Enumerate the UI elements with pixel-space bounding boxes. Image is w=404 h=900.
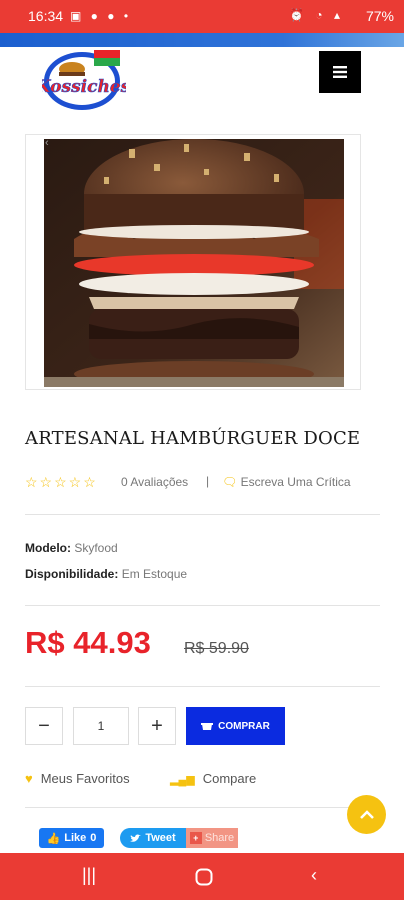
- header-accent-bar: [0, 33, 404, 47]
- share-button[interactable]: + Share: [186, 828, 238, 848]
- twitter-bird-icon: [130, 834, 142, 842]
- status-time: 16:34: [28, 8, 64, 24]
- menu-button[interactable]: [319, 51, 361, 93]
- tweet-button[interactable]: Tweet: [120, 828, 186, 848]
- divider: [25, 514, 380, 515]
- model-value[interactable]: Skyfood: [74, 541, 117, 555]
- quantity-decrease-button[interactable]: −: [25, 707, 63, 745]
- quantity-input[interactable]: [73, 707, 129, 745]
- reviews-count-link[interactable]: 0 Avaliações: [121, 475, 188, 489]
- separator: |: [206, 474, 210, 488]
- old-price: R$ 59.90: [184, 640, 249, 657]
- favorites-label: Meus Favoritos: [40, 771, 130, 786]
- divider: [25, 686, 380, 687]
- availability-label: Disponibilidade:: [25, 567, 119, 581]
- notification-icons: ▣ ● ● •: [70, 9, 132, 23]
- model-row: Modelo: Skyfood: [25, 541, 118, 555]
- share-plus-icon: +: [189, 832, 202, 844]
- quantity-increase-button[interactable]: +: [138, 707, 176, 745]
- thumbs-up-icon: 👍: [46, 832, 61, 845]
- scroll-to-top-button[interactable]: [347, 795, 386, 834]
- write-review-link[interactable]: 🗨 Escreva Uma Crítica: [222, 475, 351, 489]
- brand-logo[interactable]: Kossiches: [42, 47, 126, 111]
- current-price: R$ 44.93: [25, 625, 151, 660]
- product-image: [44, 139, 344, 387]
- favorites-link[interactable]: ♥ Meus Favoritos: [25, 771, 130, 786]
- carousel-prev-icon[interactable]: ‹: [45, 137, 49, 149]
- chevron-up-icon: [359, 810, 374, 819]
- divider: [25, 605, 380, 606]
- tweet-label: Tweet: [145, 832, 176, 844]
- battery-level: 77%: [365, 8, 394, 24]
- plus-icon: +: [151, 714, 163, 737]
- status-bar: 16:34 ▣ ● ● • ⏰ ◔ ▴ 77%: [0, 0, 404, 33]
- rating-stars-icon: ☆☆☆☆☆: [25, 474, 98, 490]
- buy-label: COMPRAR: [218, 720, 270, 732]
- comments-icon: 🗨: [222, 475, 238, 489]
- hamburger-menu-icon: [333, 66, 347, 78]
- divider: [25, 807, 380, 808]
- availability-row: Disponibilidade: Em Estoque: [25, 567, 187, 581]
- shopping-basket-icon: [201, 723, 214, 730]
- product-title: ARTESANAL HAMBÚRGUER DOCE: [25, 428, 361, 449]
- buy-button[interactable]: COMPRAR: [186, 707, 285, 745]
- like-count: 0: [90, 832, 97, 844]
- heart-icon: ♥: [25, 771, 33, 786]
- availability-value: Em Estoque: [121, 567, 188, 581]
- model-label: Modelo:: [25, 541, 71, 555]
- share-label: Share: [204, 832, 235, 844]
- write-review-label: Escreva Uma Crítica: [240, 475, 351, 489]
- back-icon[interactable]: ‹: [311, 865, 317, 886]
- android-nav-bar: ||| ‹: [0, 853, 404, 900]
- bar-chart-icon: ▂▄▆: [170, 774, 195, 786]
- home-icon[interactable]: [195, 868, 213, 886]
- like-label: Like: [64, 832, 87, 844]
- recent-apps-icon[interactable]: |||: [82, 865, 96, 886]
- facebook-like-button[interactable]: 👍 Like 0: [39, 828, 104, 848]
- minus-icon: −: [38, 714, 50, 737]
- product-image-frame[interactable]: [25, 134, 361, 390]
- compare-link[interactable]: ▂▄▆ Compare: [170, 771, 256, 786]
- svg-text:Kossiches: Kossiches: [42, 77, 126, 97]
- system-icons: ⏰ ◔ ▴: [289, 8, 344, 22]
- compare-label: Compare: [202, 771, 257, 786]
